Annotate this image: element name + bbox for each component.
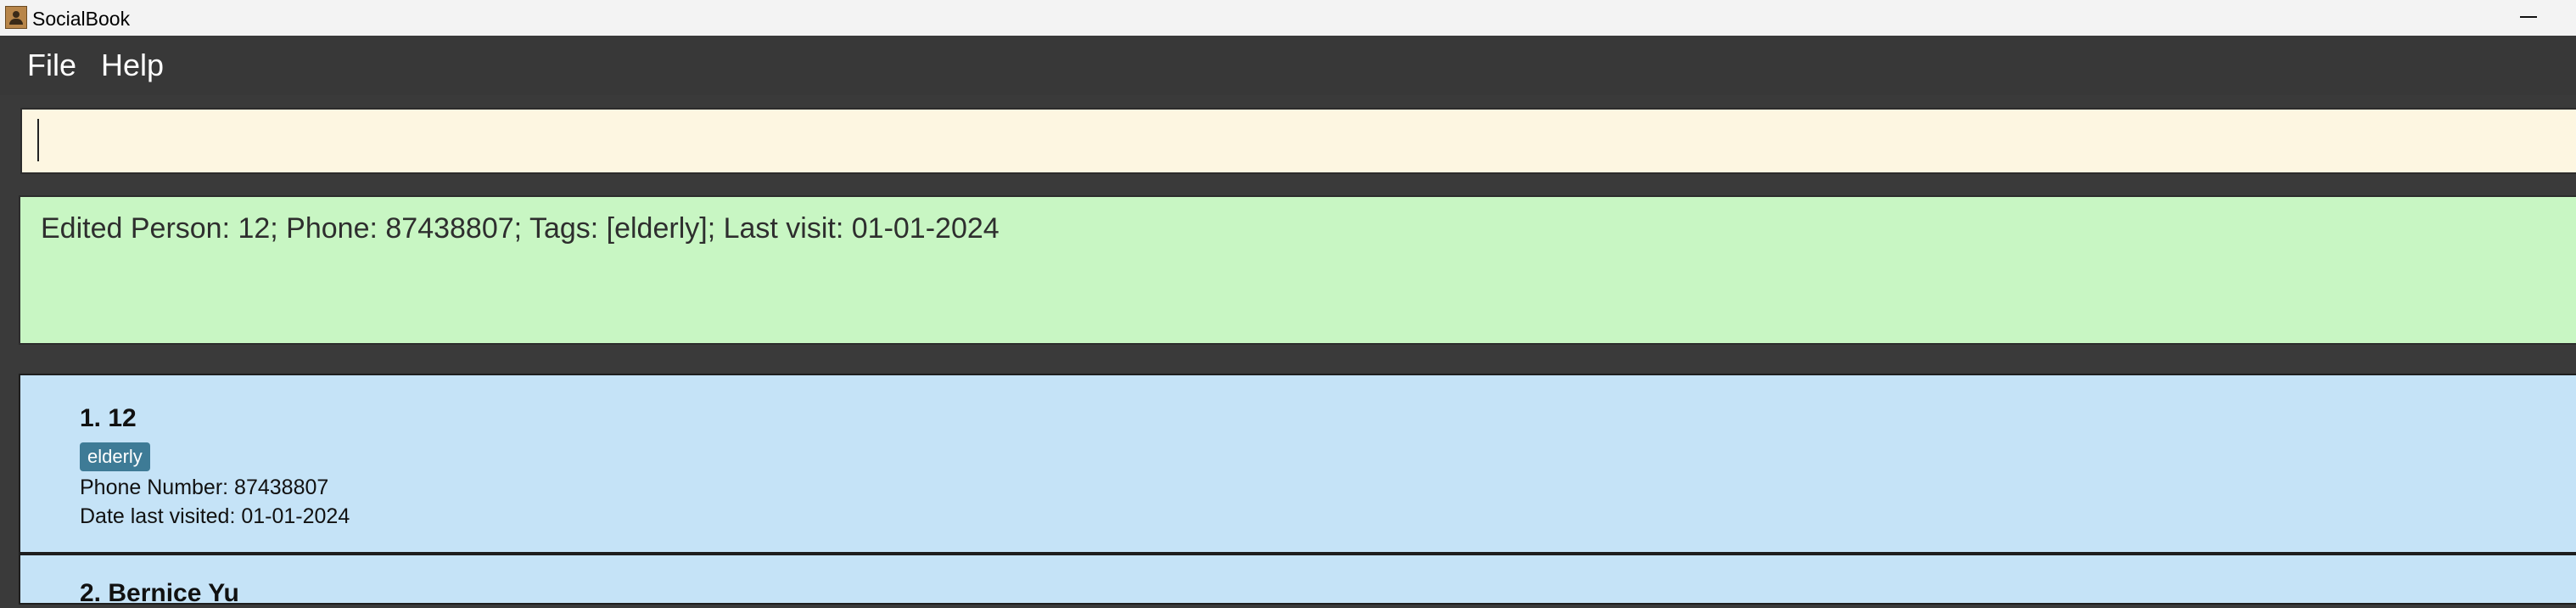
menu-bar: File Help <box>0 36 2576 95</box>
tag-badge: elderly <box>80 442 150 471</box>
window-title: SocialBook <box>32 8 131 30</box>
person-name: 1. 12 <box>80 404 137 432</box>
command-input[interactable] <box>20 108 2576 174</box>
result-display: Edited Person: 12; Phone: 87438807; Tags… <box>19 195 2576 345</box>
result-message: Edited Person: 12; Phone: 87438807; Tags… <box>41 212 1000 245</box>
minimize-button[interactable] <box>2503 0 2554 36</box>
title-bar: SocialBook <box>0 0 2576 36</box>
person-phone: Phone Number: 87438807 <box>80 476 329 499</box>
person-name: 2. Bernice Yu <box>80 579 239 607</box>
person-last-visit: Date last visited: 01-01-2024 <box>80 504 350 528</box>
menu-help[interactable]: Help <box>101 48 164 83</box>
menu-file[interactable]: File <box>27 48 76 83</box>
person-card[interactable]: 2. Bernice Yu <box>19 554 2576 607</box>
person-card[interactable]: 1. 12 elderly Phone Number: 87438807 Dat… <box>19 374 2576 554</box>
address-book-icon <box>5 6 27 29</box>
text-caret <box>37 119 39 161</box>
